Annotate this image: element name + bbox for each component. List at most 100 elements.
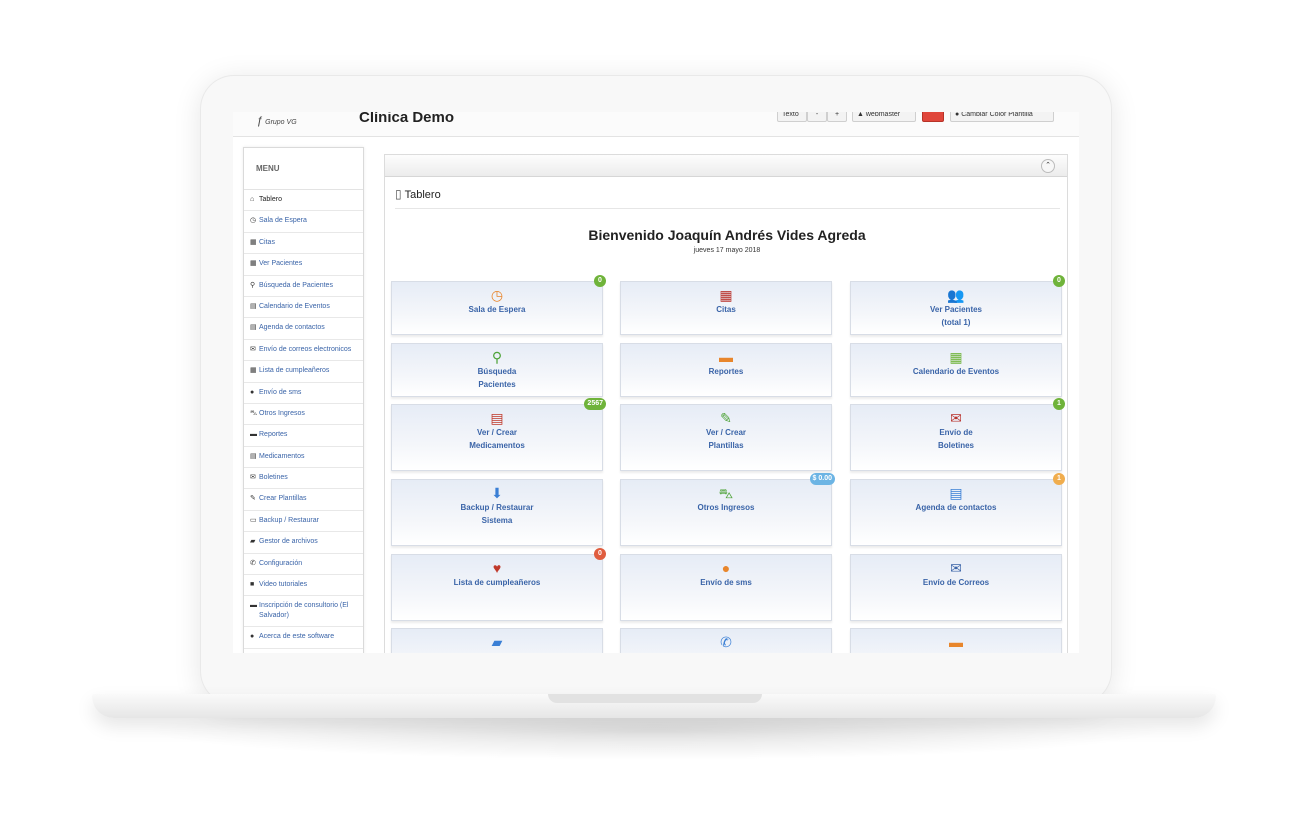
sidebar-item[interactable]: ⌂ Tablero: [244, 190, 363, 212]
sidebar-item-label: Lista de cumpleañeros: [259, 367, 330, 375]
tile-label: Ver / Crear Plantillas: [705, 428, 747, 450]
sidebar-item-label: Inscripción de consultorio (El Salvador): [259, 602, 349, 620]
laptop-notch: [548, 694, 762, 703]
tile-label: Backup / Restaurar Sistema: [460, 503, 534, 525]
collapse-button[interactable]: ⌃: [1041, 159, 1055, 173]
sidebar-item[interactable]: ◷ Sala de Espera: [244, 211, 363, 233]
tile-label: Sala de Espera: [468, 305, 526, 314]
menu-item-icon: ▬: [250, 431, 257, 439]
sidebar-item[interactable]: ⛍ Otros Ingresos: [244, 404, 363, 426]
menu-item-icon: ▦: [250, 260, 257, 268]
dashboard-tile[interactable]: ▤ Agenda de contactos 1: [850, 473, 1065, 546]
menu-item-icon: ⚲: [250, 281, 256, 289]
menu-item-icon: ✉: [250, 345, 256, 353]
sidebar-item[interactable]: ▦ Lista de cumpleañeros: [244, 361, 363, 383]
dashboard-tile[interactable]: ✉ Envío de Boletines 1: [850, 398, 1065, 471]
menu-item-icon: ■: [250, 581, 255, 589]
dashboard-tile[interactable]: ▦ Citas: [620, 281, 832, 335]
sidebar-item[interactable]: ▬ Inscripción de consultorio (El Salvador…: [244, 596, 363, 628]
menu-item-icon: ▤: [250, 324, 257, 332]
sidebar-item[interactable]: ⚲ Búsqueda de Pacientes: [244, 276, 363, 297]
dashboard-tile[interactable]: ◷ Sala de Espera 0: [391, 275, 606, 335]
count-badge: 0: [594, 548, 606, 560]
tile-label: Ver / Crear Medicamentos: [469, 428, 525, 450]
sidebar-item[interactable]: ✆ Configuración: [244, 554, 363, 576]
sidebar-item[interactable]: ✉ Envío de correos electronicos: [244, 340, 363, 362]
dashboard-tile[interactable]: ⛍ Otros Ingresos $ 0.00: [620, 473, 835, 546]
tile-icon: 👥: [947, 287, 965, 303]
tile-icon: ▦: [949, 349, 963, 365]
dashboard-tile[interactable]: ⬇ Backup / Restaurar Sistema: [391, 479, 603, 546]
change-color-button[interactable]: ● Cambiar Color Plantilla: [950, 112, 1054, 122]
sidebar-item[interactable]: ✎ Crear Plantillas: [244, 489, 363, 511]
tile-icon: ◷: [490, 287, 504, 303]
sidebar-item[interactable]: ▬ Reportes: [244, 425, 363, 447]
sidebar-item[interactable]: ▭ Backup / Restaurar: [244, 511, 363, 533]
tile-icon: ⬇: [491, 485, 503, 501]
change-color-label: Cambiar Color Plantilla: [961, 112, 1033, 118]
menu-item-icon: ▤: [250, 302, 257, 310]
menu-item-icon: ◷: [250, 217, 257, 225]
sidebar-item-label: Otros Ingresos: [259, 409, 305, 417]
tile-label: Lista de cumpleañeros: [453, 578, 541, 587]
tile-label: Envío de Boletines: [937, 428, 974, 450]
sidebar-item[interactable]: ▦ Citas: [244, 233, 363, 255]
sidebar-item[interactable]: ▦ Ver Pacientes: [244, 254, 363, 276]
tile-icon: ✆: [720, 634, 732, 650]
tile-icon: ▤: [949, 485, 963, 501]
dashboard-tile[interactable]: ▬ Reportes: [620, 343, 832, 397]
menu-list: ⌂ Tablero ◷ Sala de Espera ▦ Citas ▦ Ver Pacien…: [244, 190, 363, 649]
sidebar-item[interactable]: ● Envío de sms: [244, 383, 363, 404]
tile-icon: ✎: [720, 410, 732, 426]
menu-item-icon: ▦: [250, 238, 257, 246]
flag-button[interactable]: [922, 112, 944, 122]
dashboard-panel: ⌃ ▯ Tablero Bienvenido Joaquín Andrés Vid…: [384, 154, 1068, 653]
dashboard-tile[interactable]: ✆: [620, 628, 832, 653]
tile-label: Calendario de Eventos: [912, 367, 1000, 376]
dashboard-tile[interactable]: 👥 Ver Pacientes (total 1) 0: [850, 275, 1065, 335]
tile-icon: ●: [721, 560, 731, 576]
tile-icon: ✉: [950, 410, 962, 426]
text-size-button[interactable]: Texto: [777, 112, 807, 122]
user-menu-button[interactable]: ▲ webmaster: [852, 112, 916, 122]
menu-item-icon: ⛍: [250, 409, 258, 417]
sidebar: MENU ⌂ Tablero ◷ Sala de Espera ▦ Citas ▦ Ver P…: [243, 147, 364, 653]
screen: ƒ Grupo VG Clínica Demo Texto - + ▲ webma…: [233, 112, 1079, 653]
menu-title: MENU: [244, 148, 363, 190]
dashboard-tile[interactable]: ▰: [391, 628, 603, 653]
menu-item-icon: ▰: [250, 538, 256, 546]
dashboard-tile[interactable]: ● Envío de sms: [620, 554, 832, 621]
panel-header: ⌃: [385, 155, 1067, 177]
sidebar-item[interactable]: ✉ Boletines: [244, 468, 363, 490]
menu-item-icon: ✎: [250, 495, 256, 503]
dashboard-tile[interactable]: ▤ Ver / Crear Medicamentos 2567: [391, 398, 606, 471]
tile-icon: ▬: [719, 349, 733, 365]
topbar: ƒ Grupo VG Clínica Demo Texto - + ▲ webma…: [233, 112, 1079, 137]
count-badge: 1: [1053, 398, 1065, 410]
sidebar-item[interactable]: ▤ Agenda de contactos: [244, 318, 363, 340]
tile-icon: ♥: [492, 560, 502, 576]
dashboard-tile[interactable]: ✎ Ver / Crear Plantillas: [620, 404, 832, 471]
sidebar-item-label: Boletines: [259, 474, 288, 482]
increase-text-button[interactable]: +: [827, 112, 847, 122]
menu-item-icon: ✉: [250, 474, 256, 482]
breadcrumb-label: Tablero: [404, 189, 441, 201]
sidebar-item-label: Sala de Espera: [259, 217, 307, 225]
sidebar-item-label: Reportes: [259, 431, 288, 439]
dashboard-tile[interactable]: ⚲ Búsqueda Pacientes: [391, 343, 603, 397]
sidebar-item[interactable]: ● Acerca de este software: [244, 627, 363, 649]
tile-label: Envío de Correos: [922, 578, 990, 587]
count-badge: 0: [594, 275, 606, 287]
menu-item-icon: ▭: [250, 516, 257, 524]
decrease-text-button[interactable]: -: [807, 112, 827, 122]
dashboard-tile[interactable]: ▬: [850, 628, 1062, 653]
dashboard-tile[interactable]: ✉ Envío de Correos: [850, 554, 1062, 621]
sidebar-item[interactable]: ▤ Calendario de Eventos: [244, 297, 363, 319]
dashboard-tile[interactable]: ▦ Calendario de Eventos: [850, 343, 1062, 397]
count-badge: 0: [1053, 275, 1065, 287]
sidebar-item[interactable]: ■ Video tutoriales: [244, 575, 363, 597]
sidebar-item[interactable]: ▤ Medicamentos: [244, 447, 363, 469]
sidebar-item[interactable]: ▰ Gestor de archivos: [244, 532, 363, 554]
user-icon: ▲: [857, 112, 866, 118]
dashboard-tile[interactable]: ♥ Lista de cumpleañeros 0: [391, 548, 606, 621]
